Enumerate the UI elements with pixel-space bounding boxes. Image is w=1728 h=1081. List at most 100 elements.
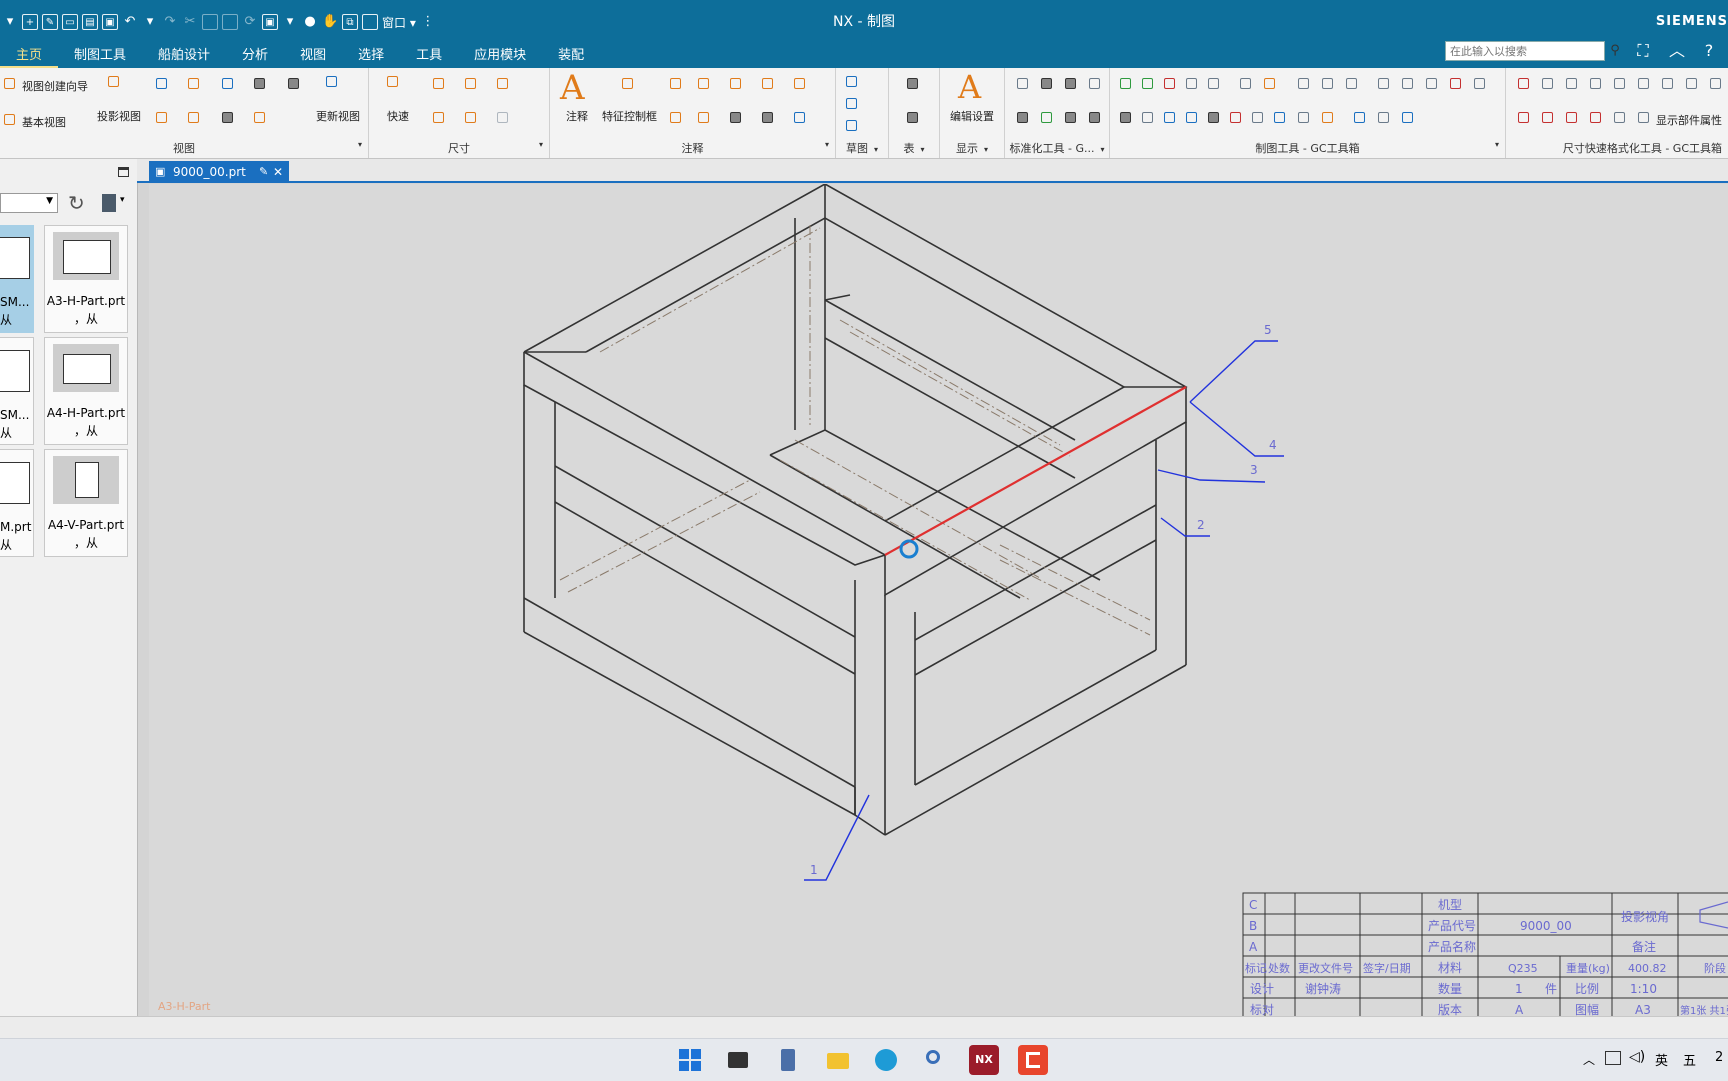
gc-tool-15-icon[interactable] <box>1470 74 1490 94</box>
gc-tool-8-icon[interactable] <box>1294 74 1314 94</box>
dim-format-clear-icon[interactable] <box>1538 74 1558 94</box>
gc-tool-19-icon[interactable] <box>1182 108 1202 128</box>
dim-format-4-icon[interactable] <box>1610 74 1630 94</box>
gc-tool-26-icon[interactable] <box>1350 108 1370 128</box>
table-note-icon[interactable] <box>903 74 923 94</box>
gc-tool-5-icon[interactable] <box>1204 74 1224 94</box>
dim-format-6-icon[interactable] <box>1658 74 1678 94</box>
surface-finish-icon[interactable] <box>694 74 714 94</box>
gc-tool-10-icon[interactable] <box>1342 74 1362 94</box>
note-icon[interactable]: A <box>560 68 585 108</box>
network-icon[interactable] <box>1605 1051 1621 1065</box>
dim-format-2-icon[interactable] <box>1562 74 1582 94</box>
std-tool-6-icon[interactable] <box>1037 108 1057 128</box>
refresh-icon[interactable]: ↻ <box>68 191 85 215</box>
ordinate-dimension-icon[interactable] <box>461 108 481 128</box>
gc-tool-20-icon[interactable] <box>1204 108 1224 128</box>
tab-application[interactable]: 应用模块 <box>458 44 542 68</box>
dim-format-10-icon[interactable] <box>1538 108 1558 128</box>
maximize-panel-icon[interactable] <box>118 167 129 177</box>
balloon-label[interactable]: 4 <box>1269 438 1277 452</box>
std-tool-2-icon[interactable] <box>1037 74 1057 94</box>
gc-tool-28-icon[interactable] <box>1398 108 1418 128</box>
show-part-attributes-icon[interactable] <box>1634 108 1654 128</box>
projected-view-button[interactable]: 投影视图 <box>97 108 141 124</box>
chamfer-dimension-icon[interactable] <box>429 108 449 128</box>
base-view-icon[interactable] <box>0 110 20 130</box>
tab-assembly[interactable]: 装配 <box>542 44 600 68</box>
gc-tool-22-icon[interactable] <box>1248 108 1268 128</box>
ime-mode[interactable]: 五 <box>1683 1050 1696 1069</box>
command-search-input[interactable] <box>1445 41 1605 61</box>
gc-tool-1-icon[interactable] <box>1116 74 1136 94</box>
hatch-icon[interactable] <box>726 74 746 94</box>
tab-tools[interactable]: 工具 <box>400 44 458 68</box>
solid-view-icon[interactable] <box>250 74 270 94</box>
ime-language[interactable]: 英 <box>1655 1050 1668 1069</box>
show-part-attributes-button[interactable]: 显示部件属性 <box>1656 112 1722 128</box>
area-fill-icon[interactable] <box>726 108 746 128</box>
calculator-icon[interactable] <box>773 1045 803 1075</box>
gc-tool-2-icon[interactable] <box>1138 74 1158 94</box>
nx-app-icon[interactable]: NX <box>969 1045 999 1075</box>
std-tool-1-icon[interactable] <box>1013 74 1033 94</box>
task-view-icon[interactable] <box>723 1045 753 1075</box>
update-view-icon[interactable] <box>322 72 352 102</box>
section-view-icon[interactable] <box>152 74 172 94</box>
weld-symbol-icon[interactable] <box>758 74 778 94</box>
document-tab[interactable]: ▣ 9000_00.prt ✎ ✕ <box>149 161 289 183</box>
feature-control-frame-button[interactable]: 特征控制框 <box>602 108 657 124</box>
centerline-icon[interactable] <box>790 74 810 94</box>
view-wizard-icon[interactable] <box>0 74 20 94</box>
leader-icon[interactable] <box>694 108 714 128</box>
dim-format-12-icon[interactable] <box>1586 108 1606 128</box>
balloon-label[interactable]: 5 <box>1264 323 1272 337</box>
tab-analysis[interactable]: 分析 <box>226 44 284 68</box>
dim-format-5-icon[interactable] <box>1634 74 1654 94</box>
view-tool-4-icon[interactable] <box>250 108 270 128</box>
tab-view[interactable]: 视图 <box>284 44 342 68</box>
update-view-button[interactable]: 更新视图 <box>316 108 360 124</box>
gc-tool-7-icon[interactable] <box>1260 74 1280 94</box>
view-style-icon[interactable] <box>102 194 116 212</box>
gc-tool-3-icon[interactable] <box>1160 74 1180 94</box>
view-wizard-button[interactable]: 视图创建向导 <box>22 78 88 94</box>
base-view-button[interactable]: 基本视图 <box>22 114 66 130</box>
target-point-icon[interactable] <box>790 108 810 128</box>
view-tool-1-icon[interactable] <box>152 108 172 128</box>
dim-format-1-icon[interactable] <box>1514 74 1534 94</box>
gc-tool-11-icon[interactable] <box>1374 74 1394 94</box>
tab-home[interactable]: 主页 <box>0 44 59 68</box>
gc-tool-23-icon[interactable] <box>1270 108 1290 128</box>
angular-dimension-icon[interactable] <box>493 74 513 94</box>
datum-icon[interactable] <box>666 74 686 94</box>
edit-settings-icon[interactable]: A <box>958 68 981 106</box>
detail-view-icon[interactable] <box>184 74 204 94</box>
dim-format-9-icon[interactable] <box>1514 108 1534 128</box>
gc-tool-14-icon[interactable] <box>1446 74 1466 94</box>
gc-tool-27-icon[interactable] <box>1374 108 1394 128</box>
dim-format-11-icon[interactable] <box>1562 108 1582 128</box>
view-style-dropdown-icon[interactable]: ▾ <box>120 195 125 205</box>
gc-tool-13-icon[interactable] <box>1422 74 1442 94</box>
template-card[interactable]: M.prt 从 <box>0 449 34 557</box>
quick-dimension-button[interactable]: 快速 <box>387 108 409 124</box>
gc-tool-17-icon[interactable] <box>1138 108 1158 128</box>
view-tool-3-icon[interactable] <box>218 108 238 128</box>
clock[interactable]: 2 <box>1715 1050 1723 1065</box>
balloon-label[interactable]: 1 <box>810 863 818 877</box>
gc-tool-21-icon[interactable] <box>1226 108 1246 128</box>
search-icon[interactable]: ⚲ <box>1605 41 1625 61</box>
sketch-rectangle-icon[interactable] <box>842 94 862 114</box>
dim-format-8-icon[interactable] <box>1706 74 1726 94</box>
linear-dimension-icon[interactable] <box>429 74 449 94</box>
tray-overflow-icon[interactable]: ︿ <box>1583 1051 1595 1068</box>
dim-format-3-icon[interactable] <box>1586 74 1606 94</box>
template-card[interactable]: SM... 从 <box>0 225 34 333</box>
edit-settings-button[interactable]: 编辑设置 <box>950 108 994 124</box>
edge-browser-icon[interactable] <box>871 1045 901 1075</box>
recording-app-icon[interactable] <box>1018 1045 1048 1075</box>
balloon-icon[interactable] <box>666 108 686 128</box>
arc-length-dimension-icon[interactable] <box>493 108 513 128</box>
feature-control-frame-icon[interactable] <box>618 74 648 102</box>
